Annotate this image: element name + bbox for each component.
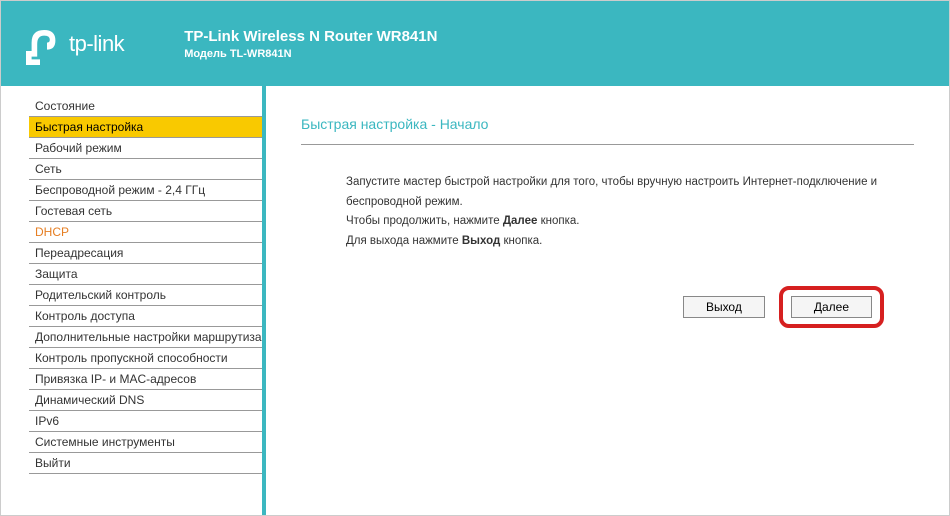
exit-button[interactable]: Выход [683, 296, 765, 318]
sidebar-item-dhcp[interactable]: DHCP [29, 222, 262, 243]
sidebar: Состояние Быстрая настройка Рабочий режи… [1, 86, 266, 515]
sidebar-item-parental-control[interactable]: Родительский контроль [29, 285, 262, 306]
header-titles: TP-Link Wireless N Router WR841N Модель … [184, 28, 437, 60]
sidebar-item-bandwidth[interactable]: Контроль пропускной способности [29, 348, 262, 369]
content-text: Запустите мастер быстрой настройки для т… [301, 173, 914, 251]
sidebar-item-operation-mode[interactable]: Рабочий режим [29, 138, 262, 159]
button-row: Выход Далее [301, 286, 914, 328]
next-button[interactable]: Далее [791, 296, 872, 318]
sidebar-item-network[interactable]: Сеть [29, 159, 262, 180]
sidebar-item-ip-mac-binding[interactable]: Привязка IP- и MAC-адресов [29, 369, 262, 390]
sidebar-item-status[interactable]: Состояние [29, 96, 262, 117]
header-subtitle: Модель TL-WR841N [184, 48, 437, 60]
sidebar-item-routing[interactable]: Дополнительные настройки маршрутизации [29, 327, 262, 348]
highlight-ring: Далее [779, 286, 884, 328]
sidebar-item-access-control[interactable]: Контроль доступа [29, 306, 262, 327]
sidebar-item-ipv6[interactable]: IPv6 [29, 411, 262, 432]
logo: tp-link [19, 23, 124, 65]
tplink-logo-icon [19, 23, 61, 65]
sidebar-item-logout[interactable]: Выйти [29, 453, 262, 474]
header: tp-link TP-Link Wireless N Router WR841N… [1, 1, 949, 86]
instruction-line-2: Чтобы продолжить, нажмите Далее кнопка. [346, 212, 914, 232]
sidebar-item-wireless[interactable]: Беспроводной режим - 2,4 ГГц [29, 180, 262, 201]
sidebar-item-ddns[interactable]: Динамический DNS [29, 390, 262, 411]
logo-text: tp-link [69, 31, 124, 57]
instruction-line-1: Запустите мастер быстрой настройки для т… [346, 173, 914, 212]
sidebar-item-system-tools[interactable]: Системные инструменты [29, 432, 262, 453]
page-title: Быстрая настройка - Начало [301, 116, 914, 132]
sidebar-item-security[interactable]: Защита [29, 264, 262, 285]
sidebar-item-quick-setup[interactable]: Быстрая настройка [29, 117, 262, 138]
sidebar-item-forwarding[interactable]: Переадресация [29, 243, 262, 264]
header-title: TP-Link Wireless N Router WR841N [184, 28, 437, 45]
sidebar-item-guest-network[interactable]: Гостевая сеть [29, 201, 262, 222]
instruction-line-3: Для выхода нажмите Выход кнопка. [346, 232, 914, 252]
divider [301, 144, 914, 145]
main-content: Быстрая настройка - Начало Запустите мас… [266, 86, 949, 515]
